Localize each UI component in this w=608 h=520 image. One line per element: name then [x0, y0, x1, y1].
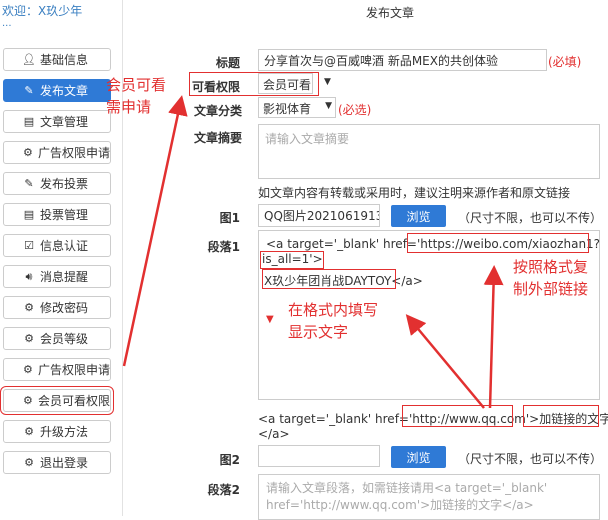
arrow-to-url — [483, 265, 504, 409]
arrow-to-permission — [122, 95, 188, 367]
annotation-arrows — [122, 95, 504, 409]
arrow-to-link-text — [405, 314, 485, 409]
